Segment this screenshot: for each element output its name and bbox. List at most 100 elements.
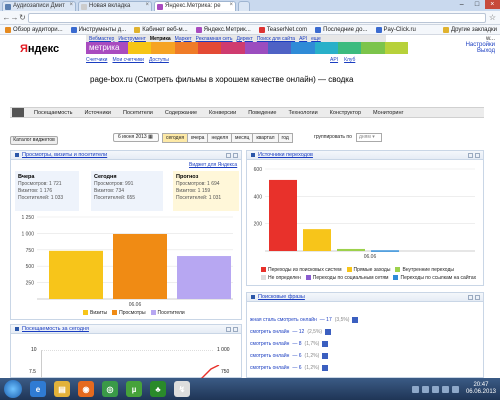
list-item[interactable]: смотреть онлайн — 12 (2,5%) [247,326,483,338]
bookmark-item[interactable]: TeaserNet.com [256,26,310,33]
y-tick-label: 250 [26,281,35,287]
stat-line: Просмотров: 1 721 [18,181,62,187]
explorer-icon[interactable]: ▤ [54,381,70,397]
nav-item[interactable]: Мониторинг [367,110,410,116]
tray-icon[interactable] [431,385,439,393]
logout-link[interactable]: Выход [400,48,495,54]
minimize-widget-icon[interactable] [226,152,231,158]
other-bookmarks[interactable]: Другие закладки [440,26,500,33]
browser-tab-metrika[interactable]: Яндекс.Метрика: ре × [154,1,236,11]
list-item[interactable]: смотреть онлайн — 6 (1,2%) [247,362,483,374]
utorrent-icon[interactable]: ↯ [174,381,190,397]
period-month[interactable]: месяц [231,133,254,143]
start-button[interactable] [4,380,22,398]
chrome-icon[interactable]: ◎ [102,381,118,397]
stat-line: Посетителей: 655 [94,195,136,201]
service-link[interactable]: Маркет [175,36,192,42]
network-icon[interactable] [451,385,459,393]
bookmark-item[interactable]: Pay-Click.ru [373,26,419,33]
period-quarter[interactable]: квартал [252,133,279,143]
my-counters-link[interactable]: Мои счетчики [112,57,144,63]
address-bar[interactable] [28,13,486,23]
period-yesterday[interactable]: вчера [187,133,209,143]
date-picker[interactable]: 6 июня 2013 ▦ [113,133,159,142]
nav-item[interactable]: Поведение [242,110,282,116]
bookmark-item[interactable]: Инструменты д... [68,26,130,33]
nav-item[interactable]: Посетители [117,110,159,116]
widget-title[interactable]: Источники переходов [258,152,313,158]
bookmark-item[interactable]: Последние до... [312,26,370,33]
clock-date: 06.06.2013 [465,389,496,395]
volume-icon[interactable] [441,385,449,393]
minimize-widget-icon[interactable] [468,152,473,158]
browser-tab-audio[interactable]: Аудиозаписи Дмит × [2,1,76,11]
close-widget-icon[interactable] [475,152,480,158]
close-widget-icon[interactable] [233,326,238,332]
close-tab-icon[interactable]: × [69,2,73,8]
service-link[interactable]: Вебмастер [89,36,114,42]
service-link[interactable]: API [299,36,307,42]
service-link[interactable]: Поиск для сайта [257,36,295,42]
service-link[interactable]: Рекламная сеть [196,36,233,42]
tray-icon[interactable] [411,385,419,393]
close-window-icon[interactable]: × [484,0,500,9]
firefox-icon[interactable]: ◉ [78,381,94,397]
list-item[interactable]: смотреть онлайн — 8 (1,7%) [247,338,483,350]
yandex-logo[interactable]: Яндекс [20,43,59,55]
api-link[interactable]: API [330,57,338,63]
close-tab-icon[interactable]: × [229,2,233,8]
widget-title[interactable]: Поисковые фразы [258,294,305,300]
star-icon[interactable]: ☆ [488,13,497,23]
torrent-icon[interactable]: µ [126,381,142,397]
nav-item[interactable]: Содержание [159,110,203,116]
list-item[interactable]: жная сталь смотреть онлайн — 17 (3,5%) [247,314,483,326]
legend-item: Переходы из поисковых систем [261,267,342,273]
close-widget-icon[interactable] [475,294,480,300]
list-item[interactable]: смотреть онлайн — 6 (1,2%) [247,350,483,362]
bookmark-item[interactable]: Яндекс.Метрик... [193,26,254,33]
metrika-logo[interactable]: метрика [86,42,128,54]
phrase-count: — 12 [292,329,305,335]
close-widget-icon[interactable] [233,152,238,158]
nav-item[interactable]: Конструктор [324,110,367,116]
nav-item[interactable]: Технологии [282,110,323,116]
browser-tab-newtab[interactable]: Новая вкладка × [78,1,152,11]
ie-icon[interactable]: e [30,381,46,397]
maximize-icon[interactable]: □ [469,0,484,9]
legend-label: Просмотры [119,310,146,316]
widget-catalog-button[interactable]: Каталог виджетов [10,136,58,145]
legend-swatch [395,267,401,273]
nav-item[interactable]: Посещаемость [28,110,78,116]
service-link[interactable]: Инструмент [118,36,146,42]
group-by-select[interactable]: дням ▾ [356,133,382,142]
period-year[interactable]: год [277,133,293,143]
new-tab-button[interactable] [238,1,250,11]
nav-item[interactable]: Конверсии [203,110,242,116]
service-link[interactable]: еще [311,36,321,42]
widget-bullet-icon [15,327,19,331]
widget-title[interactable]: Посещаемость за сегодня [22,326,89,332]
legend-item: Прямые заходы [346,267,390,273]
bookmark-item[interactable]: Обзор аудитори... [2,26,66,33]
minimize-widget-icon[interactable] [226,326,231,332]
tray-icon[interactable] [421,385,429,393]
period-today[interactable]: сегодня [162,133,189,143]
minimize-widget-icon[interactable] [468,294,473,300]
minimize-icon[interactable]: – [454,0,469,9]
widget-title[interactable]: Просмотры, визиты и посетители [22,152,107,158]
close-tab-icon[interactable]: × [145,2,149,8]
service-link[interactable]: Директ [237,36,253,42]
home-icon[interactable] [12,108,24,117]
rainbow-segment [174,42,198,54]
yandex-widget-link[interactable]: Виджет для Яндекса [189,162,237,168]
clock[interactable]: 20:47 06.06.2013 [466,382,496,396]
counters-link[interactable]: Счетчики [86,57,107,63]
nav-item[interactable]: Источники [78,110,117,116]
reload-icon[interactable]: ↻ [18,13,27,23]
bookmark-item[interactable]: Кабинет веб-м... [131,26,190,33]
access-link[interactable]: Доступы [149,57,169,63]
club-link[interactable]: Клуб [344,57,355,63]
x-tick-label: 06.06 [129,302,142,308]
period-week[interactable]: неделя [207,133,233,143]
games-icon[interactable]: ♣ [150,381,166,397]
